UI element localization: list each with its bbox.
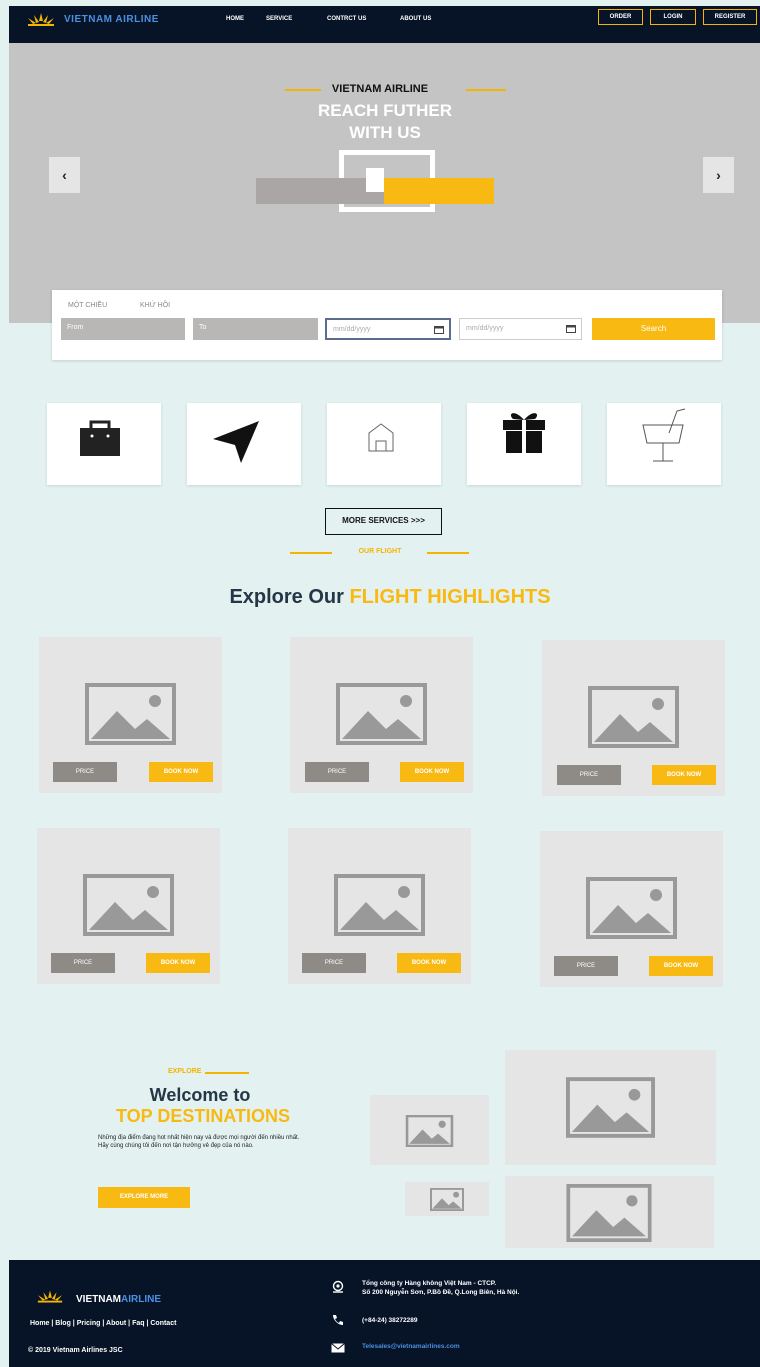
image-placeholder-icon	[336, 683, 427, 745]
destination-image[interactable]	[505, 1050, 716, 1165]
lotus-logo-icon[interactable]	[26, 12, 56, 26]
drink-icon	[642, 408, 686, 462]
calendar-icon[interactable]	[434, 325, 444, 334]
return-date-placeholder: mm/dd/yyyy	[466, 325, 504, 332]
service-drink[interactable]	[607, 403, 721, 485]
search-button[interactable]: Search	[592, 318, 715, 340]
depart-date-placeholder: mm/dd/yyyy	[333, 326, 371, 333]
more-services-button[interactable]: MORE SERVICES >>>	[325, 508, 442, 535]
from-field[interactable]: From	[61, 318, 185, 340]
hero-title-line2: WITH US	[349, 123, 421, 142]
footer-brand-part1: VIETNAM	[76, 1294, 121, 1305]
image-placeholder-icon	[334, 874, 425, 936]
footer-phone[interactable]: (+84-24) 38272289	[362, 1316, 417, 1325]
login-button[interactable]: LOGIN	[650, 9, 696, 25]
price-button[interactable]: PRICE	[557, 765, 621, 785]
nav-service[interactable]: SERVICE	[266, 16, 292, 22]
bag-icon	[80, 420, 120, 456]
destination-image[interactable]	[370, 1095, 489, 1165]
hero-title-line1: REACH FUTHER	[317, 101, 453, 120]
title-part1: Explore Our	[229, 586, 350, 608]
image-placeholder-icon	[586, 877, 677, 939]
destinations-description: Những địa điểm đang hot nhất hiện nay và…	[98, 1135, 300, 1149]
calendar-icon[interactable]	[566, 324, 576, 333]
divider-left	[290, 552, 332, 554]
image-placeholder-icon	[85, 683, 176, 745]
carousel-prev-button[interactable]: ‹	[49, 157, 80, 193]
gift-icon	[503, 413, 545, 453]
return-date-field[interactable]: mm/dd/yyyy	[459, 318, 582, 340]
section-kicker: OUR FLIGHT	[358, 548, 402, 555]
kicker-line-right	[466, 89, 506, 91]
hero-slider-progress	[384, 178, 494, 204]
kicker-line-left	[285, 89, 321, 91]
book-now-button[interactable]: BOOK NOW	[400, 762, 464, 782]
price-button[interactable]: PRICE	[554, 956, 618, 976]
price-button[interactable]: PRICE	[53, 762, 117, 782]
book-now-button[interactable]: BOOK NOW	[397, 953, 461, 973]
service-bag[interactable]	[47, 403, 161, 485]
lotus-logo-icon[interactable]	[36, 1289, 64, 1308]
image-placeholder-icon	[566, 1184, 652, 1242]
footer-email[interactable]: Telesales@vietnamairlines.com	[362, 1343, 460, 1350]
book-now-button[interactable]: BOOK NOW	[649, 956, 713, 976]
hero-slider-track	[256, 178, 384, 204]
footer-links[interactable]: Home | Blog | Pricing | About | Faq | Co…	[30, 1320, 176, 1327]
location-icon	[331, 1280, 345, 1299]
destination-image[interactable]	[405, 1182, 489, 1216]
house-icon	[368, 423, 394, 452]
brand-logo-text[interactable]: VIETNAM AIRLINE	[64, 14, 159, 25]
service-send[interactable]	[187, 403, 301, 485]
book-now-button[interactable]: BOOK NOW	[652, 765, 716, 785]
divider-explore	[205, 1072, 249, 1074]
footer-address-line2: Số 200 Nguyễn Sơn, P.Bồ Đề, Q.Long Biên,…	[362, 1289, 520, 1296]
price-button[interactable]: PRICE	[305, 762, 369, 782]
destination-image[interactable]	[505, 1176, 714, 1248]
image-placeholder-icon	[588, 686, 679, 748]
register-button[interactable]: REGISTER	[703, 9, 757, 25]
divider-right	[427, 552, 469, 554]
to-field[interactable]: To	[193, 318, 318, 340]
hero-kicker: VIETNAM AIRLINE	[331, 83, 429, 95]
destinations-title-line1: Welcome to	[149, 1085, 251, 1105]
destinations-title-line2: TOP DESTINATIONS	[115, 1106, 291, 1126]
explore-more-button[interactable]: EXPLORE MORE	[98, 1187, 190, 1208]
trip-option-one-way[interactable]: MỘT CHIỀU	[68, 302, 107, 309]
order-button[interactable]: ORDER	[598, 9, 643, 25]
footer-address-line1: Tổng công ty Hàng không Việt Nam - CTCP.	[362, 1280, 497, 1287]
service-gift[interactable]	[467, 403, 581, 485]
destinations-kicker: EXPLORE	[168, 1068, 202, 1075]
trip-option-round-trip[interactable]: KHỨ HỒI	[140, 302, 170, 309]
image-placeholder-icon	[430, 1188, 464, 1211]
phone-icon	[331, 1313, 345, 1332]
service-home[interactable]	[327, 403, 441, 485]
book-now-button[interactable]: BOOK NOW	[149, 762, 213, 782]
depart-date-field[interactable]: mm/dd/yyyy	[325, 318, 451, 340]
image-placeholder-icon	[83, 874, 174, 936]
flight-highlights-title: Explore Our FLIGHT HIGHLIGHTS	[0, 586, 760, 609]
carousel-next-button[interactable]: ›	[703, 157, 734, 193]
footer-copyright: © 2019 Vietnam Airlines JSC	[28, 1347, 123, 1354]
image-placeholder-icon	[405, 1115, 454, 1147]
footer-brand[interactable]: VIETNAMAIRLINE	[76, 1294, 161, 1305]
mail-icon	[331, 1340, 345, 1358]
price-button[interactable]: PRICE	[302, 953, 366, 973]
nav-home[interactable]: HOME	[226, 16, 244, 22]
hero-image-mark	[366, 168, 384, 192]
image-placeholder-icon	[566, 1077, 655, 1138]
nav-about-us[interactable]: ABOUT US	[400, 16, 431, 22]
nav-contact-us[interactable]: CONTRCT US	[327, 16, 366, 22]
footer-brand-part2: AIRLINE	[121, 1294, 161, 1305]
send-icon	[213, 421, 259, 463]
title-part2: FLIGHT HIGHLIGHTS	[349, 586, 551, 608]
book-now-button[interactable]: BOOK NOW	[146, 953, 210, 973]
price-button[interactable]: PRICE	[51, 953, 115, 973]
